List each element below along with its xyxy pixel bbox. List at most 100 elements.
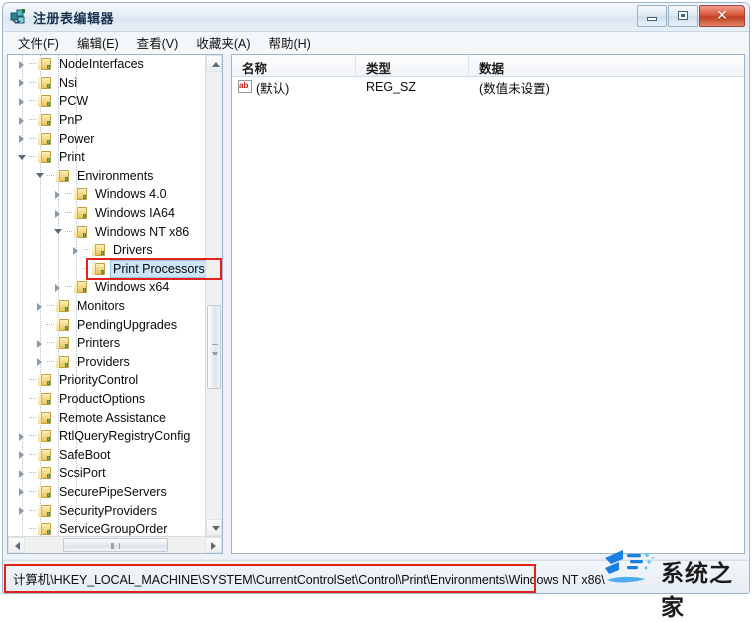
- registry-key-folder-icon: [37, 448, 53, 462]
- column-header-data[interactable]: 数据: [469, 55, 744, 76]
- tree-node-rtlqueryregistryconfig[interactable]: RtlQueryRegistryConfig: [8, 427, 206, 446]
- vertical-scroll-thumb[interactable]: [207, 305, 221, 389]
- minimize-button[interactable]: [637, 5, 667, 27]
- tree-horizontal-scrollbar[interactable]: [8, 536, 222, 553]
- menu-item-edit[interactable]: 编辑(E): [68, 31, 128, 55]
- tree-connector: [65, 230, 72, 233]
- minimize-icon: [647, 17, 657, 21]
- registry-key-folder-icon: [37, 485, 53, 499]
- tree-connector: [65, 212, 72, 214]
- tree-node-print-processors[interactable]: Print Processors: [8, 259, 206, 279]
- expand-arrow-icon[interactable]: [52, 281, 65, 294]
- tree-node-nodeinterfaces[interactable]: NodeInterfaces: [8, 55, 206, 74]
- maximize-button[interactable]: [668, 5, 698, 27]
- tree-connector: [29, 379, 36, 381]
- expand-arrow-icon[interactable]: [16, 58, 29, 71]
- collapse-arrow-icon[interactable]: [16, 151, 29, 164]
- expand-arrow-icon[interactable]: [16, 448, 29, 461]
- registry-key-folder-icon: [37, 150, 53, 164]
- tree-node-label: Power: [59, 131, 95, 146]
- expand-arrow-icon[interactable]: [70, 244, 83, 257]
- expand-arrow-icon[interactable]: [16, 76, 29, 89]
- expand-arrow-icon[interactable]: [16, 467, 29, 480]
- tree-node-windows-x64[interactable]: Windows x64: [8, 278, 206, 297]
- close-button[interactable]: ✕: [699, 5, 745, 27]
- expand-arrow-icon[interactable]: [16, 132, 29, 145]
- menu-item-view[interactable]: 查看(V): [128, 31, 188, 55]
- registry-tree-pane[interactable]: NodeInterfaces Nsi PCW PnP Power Print Environ…: [7, 54, 223, 554]
- expand-arrow-icon[interactable]: [52, 207, 65, 220]
- expand-arrow-icon[interactable]: [16, 95, 29, 108]
- tree-node-remote-assistance[interactable]: Remote Assistance: [8, 408, 206, 427]
- close-icon: ✕: [716, 7, 728, 23]
- tree-connector: [47, 174, 54, 177]
- tree-node-productoptions[interactable]: ProductOptions: [8, 390, 206, 409]
- column-header-name[interactable]: 名称: [232, 55, 356, 76]
- tree-connector: [29, 416, 36, 419]
- expand-arrow-icon[interactable]: [34, 337, 47, 350]
- tree-node-securityproviders[interactable]: SecurityProviders: [8, 501, 206, 520]
- tree-connector: [29, 453, 36, 456]
- tree-node-printers[interactable]: Printers: [8, 334, 206, 353]
- tree-node-monitors[interactable]: Monitors: [8, 297, 206, 316]
- expand-arrow-icon[interactable]: [34, 355, 47, 368]
- tree-node-pcw[interactable]: PCW: [8, 92, 206, 111]
- tree-node-drivers[interactable]: Drivers: [8, 241, 206, 260]
- window-title: 注册表编辑器: [33, 11, 115, 26]
- tree-node-label: Nsi: [59, 75, 78, 90]
- registry-tree[interactable]: NodeInterfaces Nsi PCW PnP Power Print Environ…: [8, 55, 206, 536]
- menu-item-file[interactable]: 文件(F): [9, 31, 68, 55]
- registry-key-folder-icon: [37, 76, 53, 90]
- expand-arrow-icon[interactable]: [34, 300, 47, 313]
- tree-node-nsi[interactable]: Nsi: [8, 74, 206, 93]
- tree-node-label: Printers: [77, 336, 121, 351]
- tree-node-providers[interactable]: Providers: [8, 353, 206, 372]
- tree-node-power[interactable]: Power: [8, 129, 206, 148]
- scroll-up-icon[interactable]: [206, 55, 222, 72]
- expand-arrow-icon[interactable]: [16, 114, 29, 127]
- horizontal-scroll-thumb[interactable]: [63, 538, 168, 552]
- tree-node-windows-ia64[interactable]: Windows IA64: [8, 204, 206, 223]
- string-value-icon: ab: [238, 80, 253, 94]
- tree-connector: [29, 81, 36, 84]
- tree-node-label: ProductOptions: [59, 391, 146, 406]
- tree-node-label: Windows IA64: [95, 206, 175, 221]
- registry-values-pane[interactable]: 名称 类型 数据 ab (默认) REG_SZ (数值未设置): [231, 54, 745, 554]
- window-controls: ✕: [636, 5, 745, 27]
- registry-key-folder-icon: [55, 336, 71, 350]
- registry-value-row[interactable]: ab (默认) REG_SZ (数值未设置): [232, 77, 744, 97]
- tree-node-pnp[interactable]: PnP: [8, 111, 206, 130]
- tree-node-pendingupgrades[interactable]: PendingUpgrades: [8, 315, 206, 334]
- column-header-type[interactable]: 类型: [356, 55, 469, 76]
- tree-node-prioritycontrol[interactable]: PriorityControl: [8, 371, 206, 390]
- registry-key-folder-icon: [37, 504, 53, 518]
- scroll-right-icon[interactable]: [205, 537, 222, 553]
- expand-arrow-icon[interactable]: [16, 504, 29, 517]
- tree-node-scsiport[interactable]: ScsiPort: [8, 464, 206, 483]
- tree-node-safeboot[interactable]: SafeBoot: [8, 445, 206, 464]
- collapse-arrow-icon[interactable]: [52, 225, 65, 238]
- tree-connector: [29, 435, 36, 437]
- tree-node-windows-nt-x86[interactable]: Windows NT x86: [8, 222, 206, 241]
- registry-key-folder-icon: [37, 132, 53, 146]
- list-body: ab (默认) REG_SZ (数值未设置): [232, 77, 744, 97]
- menu-item-help[interactable]: 帮助(H): [259, 31, 319, 55]
- tree-node-spacer: [34, 318, 47, 331]
- registry-key-folder-icon: [91, 243, 107, 257]
- tree-node-servicegrouporder[interactable]: ServiceGroupOrder: [8, 520, 206, 536]
- scroll-left-icon[interactable]: [8, 537, 25, 553]
- tree-node-windows-4-0[interactable]: Windows 4.0: [8, 185, 206, 204]
- main-content: NodeInterfaces Nsi PCW PnP Power Print Environ…: [3, 54, 749, 559]
- expand-arrow-icon[interactable]: [52, 188, 65, 201]
- scroll-down-icon[interactable]: [206, 519, 222, 536]
- tree-node-environments[interactable]: Environments: [8, 167, 206, 186]
- expand-arrow-icon[interactable]: [16, 430, 29, 443]
- expand-arrow-icon[interactable]: [16, 485, 29, 498]
- tree-node-securepipeservers[interactable]: SecurePipeServers: [8, 483, 206, 502]
- tree-node-print[interactable]: Print: [8, 148, 206, 167]
- menu-item-favorites[interactable]: 收藏夹(A): [187, 31, 259, 55]
- maximize-icon: [678, 11, 688, 20]
- tree-node-label: SafeBoot: [59, 447, 111, 462]
- tree-vertical-scrollbar[interactable]: [205, 55, 222, 536]
- collapse-arrow-icon[interactable]: [34, 169, 47, 182]
